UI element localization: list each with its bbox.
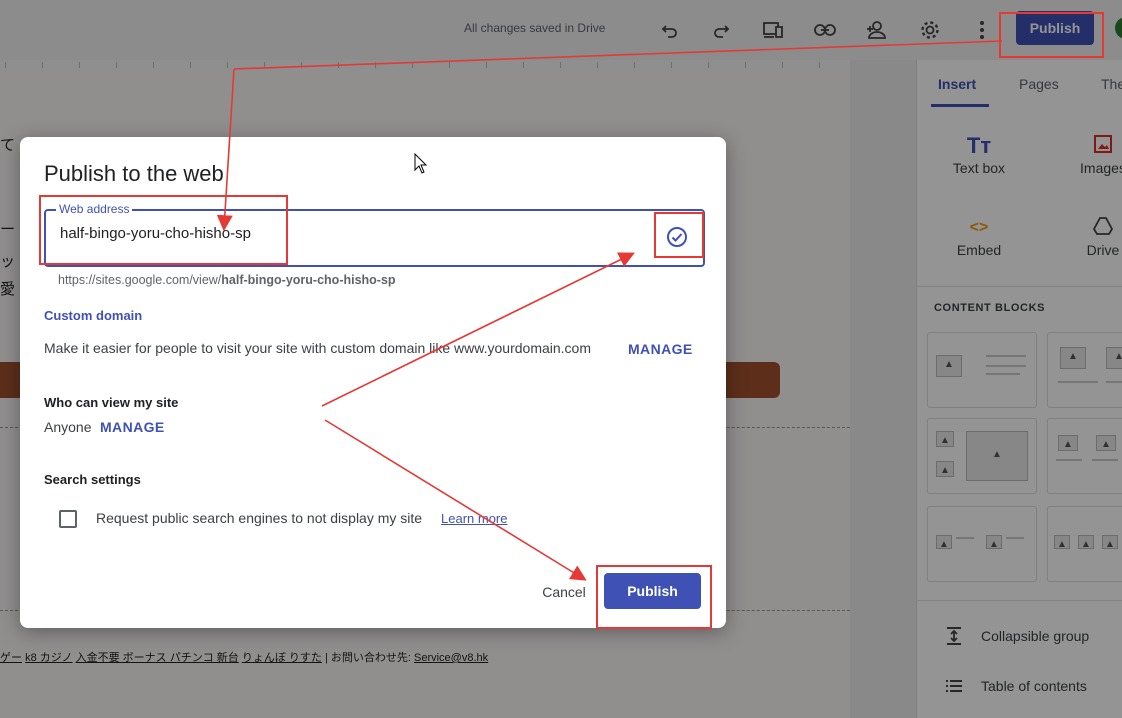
search-checkbox-label: Request public search engines to not dis… xyxy=(96,510,423,526)
who-can-view-heading: Who can view my site xyxy=(44,395,179,410)
viewers-manage-button[interactable]: MANAGE xyxy=(100,419,165,435)
search-settings-heading: Search settings xyxy=(44,472,141,487)
url-preview: https://sites.google.com/view/half-bingo… xyxy=(58,273,396,287)
custom-domain-text: Make it easier for people to visit your … xyxy=(44,340,591,356)
custom-domain-heading: Custom domain xyxy=(44,308,143,323)
annotation-box-check xyxy=(654,212,704,258)
mouse-cursor-icon xyxy=(414,153,428,174)
annotation-box-web-address xyxy=(39,195,288,265)
dialog-title: Publish to the web xyxy=(44,161,224,186)
viewers-value: Anyone xyxy=(44,419,92,435)
annotation-box-top-publish xyxy=(999,12,1104,58)
search-engine-checkbox[interactable] xyxy=(59,510,77,528)
url-prefix: https://sites.google.com/view/ xyxy=(58,273,222,287)
annotation-box-publish xyxy=(596,565,712,629)
url-slug: half-bingo-yoru-cho-hisho-sp xyxy=(221,273,396,287)
cancel-button[interactable]: Cancel xyxy=(532,577,596,607)
custom-domain-manage-button[interactable]: MANAGE xyxy=(628,341,693,357)
learn-more-link[interactable]: Learn more xyxy=(441,511,507,526)
